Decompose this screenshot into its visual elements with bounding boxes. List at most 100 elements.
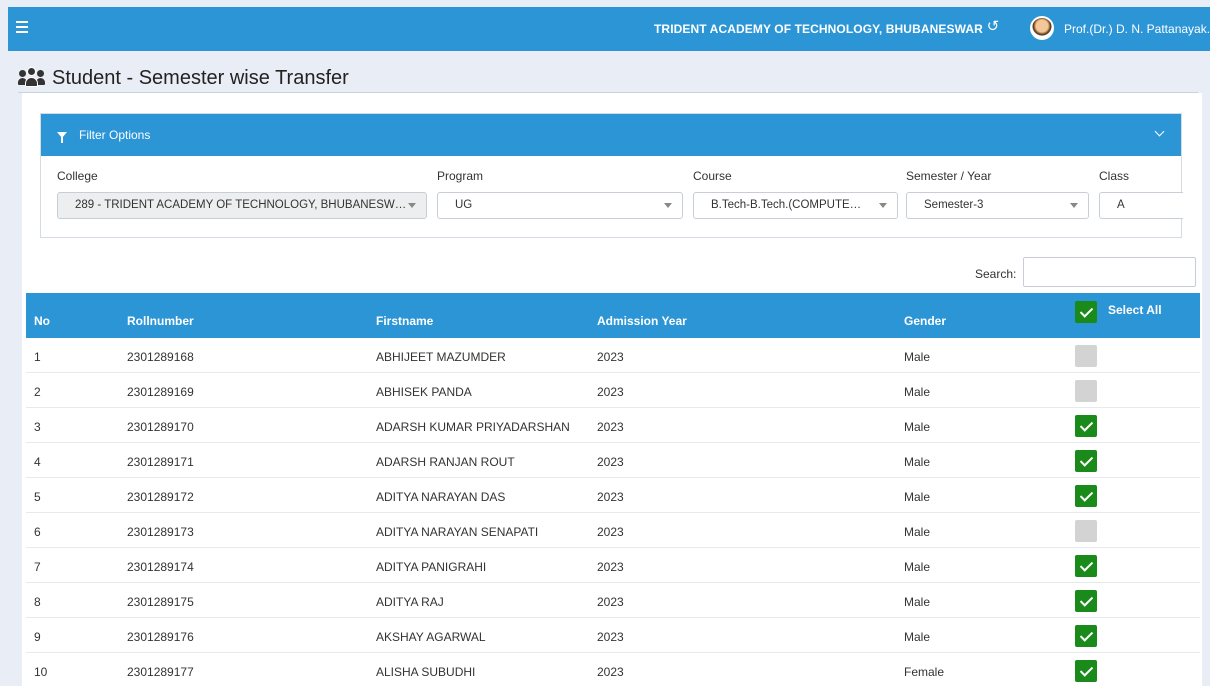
cell-no: 9 <box>34 630 41 644</box>
caret-down-icon <box>879 203 887 208</box>
cell-firstname: ADITYA PANIGRAHI <box>376 560 487 574</box>
cell-firstname: ADITYA NARAYAN DAS <box>376 490 506 504</box>
table-row: 7 2301289174 ADITYA PANIGRAHI 2023 Male <box>26 548 1200 583</box>
cell-firstname: AKSHAY AGARWAL <box>376 630 486 644</box>
cell-rollnumber: 2301289172 <box>127 490 194 504</box>
row-select-checkbox[interactable] <box>1075 380 1097 402</box>
cell-admission-year: 2023 <box>597 525 624 539</box>
cell-rollnumber: 2301289177 <box>127 665 194 679</box>
chevron-down-icon[interactable] <box>1154 126 1165 137</box>
search-label: Search: <box>975 267 1017 281</box>
filter-header[interactable]: Filter Options <box>41 114 1181 156</box>
cell-admission-year: 2023 <box>597 420 624 434</box>
caret-down-icon <box>1070 203 1078 208</box>
filter-panel: Filter Options College 289 - TRIDENT ACA… <box>40 113 1183 238</box>
program-select[interactable]: UG <box>437 192 683 219</box>
cell-rollnumber: 2301289176 <box>127 630 194 644</box>
cell-firstname: ADARSH RANJAN ROUT <box>376 455 515 469</box>
cell-firstname: ADITYA RAJ <box>376 595 444 609</box>
header-gender[interactable]: Gender <box>904 314 946 328</box>
college-select[interactable]: 289 - TRIDENT ACADEMY OF TECHNOLOGY, BHU… <box>57 192 427 219</box>
cell-gender: Male <box>904 595 931 609</box>
cell-gender: Male <box>904 385 931 399</box>
cell-gender: Female <box>904 665 945 679</box>
cell-gender: Male <box>904 630 931 644</box>
cell-no: 1 <box>34 350 41 364</box>
cell-rollnumber: 2301289175 <box>127 595 194 609</box>
hamburger-menu-icon[interactable] <box>16 21 28 33</box>
cell-no: 2 <box>34 385 41 399</box>
cell-admission-year: 2023 <box>597 595 624 609</box>
table-row: 6 2301289173 ADITYA NARAYAN SENAPATI 2023 Ma… <box>26 513 1200 548</box>
table-row: 5 2301289172 ADITYA NARAYAN DAS 2023 Male <box>26 478 1200 513</box>
cell-firstname: ALISHA SUBUDHI <box>376 665 476 679</box>
table-header: No Rollnumber Firstname Admission Year G… <box>26 293 1200 338</box>
cell-admission-year: 2023 <box>597 630 624 644</box>
history-icon[interactable]: ↻ <box>984 18 1002 36</box>
row-select-checkbox[interactable] <box>1075 590 1097 612</box>
cell-firstname: ADITYA NARAYAN SENAPATI <box>376 525 539 539</box>
row-select-checkbox[interactable] <box>1075 485 1097 507</box>
cell-no: 10 <box>34 665 48 679</box>
cell-rollnumber: 2301289174 <box>127 560 194 574</box>
table-row: 8 2301289175 ADITYA RAJ 2023 Male <box>26 583 1200 618</box>
main-card: Filter Options College 289 - TRIDENT ACA… <box>22 93 1202 686</box>
row-select-checkbox[interactable] <box>1075 625 1097 647</box>
header-no[interactable]: No <box>34 314 50 328</box>
row-select-checkbox[interactable] <box>1075 555 1097 577</box>
row-select-checkbox[interactable] <box>1075 520 1097 542</box>
search-input[interactable] <box>1023 257 1196 287</box>
course-select-value: B.Tech-B.Tech.(COMPUTE… <box>711 199 862 211</box>
class-select[interactable]: A <box>1099 192 1183 219</box>
page-title-text: Student - Semester wise Transfer <box>52 66 349 89</box>
header-select-all: Select All <box>1108 303 1162 317</box>
page-title: Student - Semester wise Transfer <box>18 66 349 90</box>
semester-label: Semester / Year <box>906 169 992 183</box>
users-icon <box>18 67 46 89</box>
cell-admission-year: 2023 <box>597 560 624 574</box>
header-firstname[interactable]: Firstname <box>376 314 433 328</box>
table-row: 10 2301289177 ALISHA SUBUDHI 2023 Female <box>26 653 1200 686</box>
cell-gender: Male <box>904 455 931 469</box>
select-all-checkbox[interactable] <box>1075 301 1097 323</box>
cell-no: 4 <box>34 455 41 469</box>
table-row: 2 2301289169 ABHISEK PANDA 2023 Male <box>26 373 1200 408</box>
caret-down-icon <box>664 203 672 208</box>
cell-admission-year: 2023 <box>597 350 624 364</box>
cell-no: 3 <box>34 420 41 434</box>
header-rollnumber[interactable]: Rollnumber <box>127 314 194 328</box>
cell-gender: Male <box>904 525 931 539</box>
header-admission-year[interactable]: Admission Year <box>597 314 687 328</box>
cell-admission-year: 2023 <box>597 665 624 679</box>
user-name[interactable]: Prof.(Dr.) D. N. Pattanayak. <box>1064 22 1210 36</box>
institution-name: TRIDENT ACADEMY OF TECHNOLOGY, BHUBANESW… <box>654 22 983 36</box>
program-label: Program <box>437 169 484 183</box>
cell-no: 6 <box>34 525 41 539</box>
cell-rollnumber: 2301289171 <box>127 455 194 469</box>
course-select[interactable]: B.Tech-B.Tech.(COMPUTE… <box>693 192 898 219</box>
table-row: 4 2301289171 ADARSH RANJAN ROUT 2023 Male <box>26 443 1200 478</box>
top-navbar: TRIDENT ACADEMY OF TECHNOLOGY, BHUBANESW… <box>8 7 1210 51</box>
class-select-value: A <box>1117 199 1125 211</box>
cell-rollnumber: 2301289169 <box>127 385 194 399</box>
table-row: 1 2301289168 ABHIJEET MAZUMDER 2023 Male <box>26 338 1200 373</box>
filter-heading: Filter Options <box>79 128 151 142</box>
avatar[interactable] <box>1030 16 1054 40</box>
row-select-checkbox[interactable] <box>1075 660 1097 682</box>
row-select-checkbox[interactable] <box>1075 450 1097 472</box>
cell-rollnumber: 2301289170 <box>127 420 194 434</box>
filter-icon <box>57 132 67 143</box>
table-row: 3 2301289170 ADARSH KUMAR PRIYADARSHAN 2023… <box>26 408 1200 443</box>
cell-no: 5 <box>34 490 41 504</box>
table-row: 9 2301289176 AKSHAY AGARWAL 2023 Male <box>26 618 1200 653</box>
cell-firstname: ADARSH KUMAR PRIYADARSHAN <box>376 420 570 434</box>
students-table: No Rollnumber Firstname Admission Year G… <box>26 293 1200 686</box>
row-select-checkbox[interactable] <box>1075 415 1097 437</box>
table-body: 1 2301289168 ABHIJEET MAZUMDER 2023 Male 2 230… <box>26 338 1200 686</box>
semester-select[interactable]: Semester-3 <box>906 192 1089 219</box>
cell-gender: Male <box>904 420 931 434</box>
cell-admission-year: 2023 <box>597 385 624 399</box>
cell-gender: Male <box>904 350 931 364</box>
cell-gender: Male <box>904 560 931 574</box>
row-select-checkbox[interactable] <box>1075 345 1097 367</box>
